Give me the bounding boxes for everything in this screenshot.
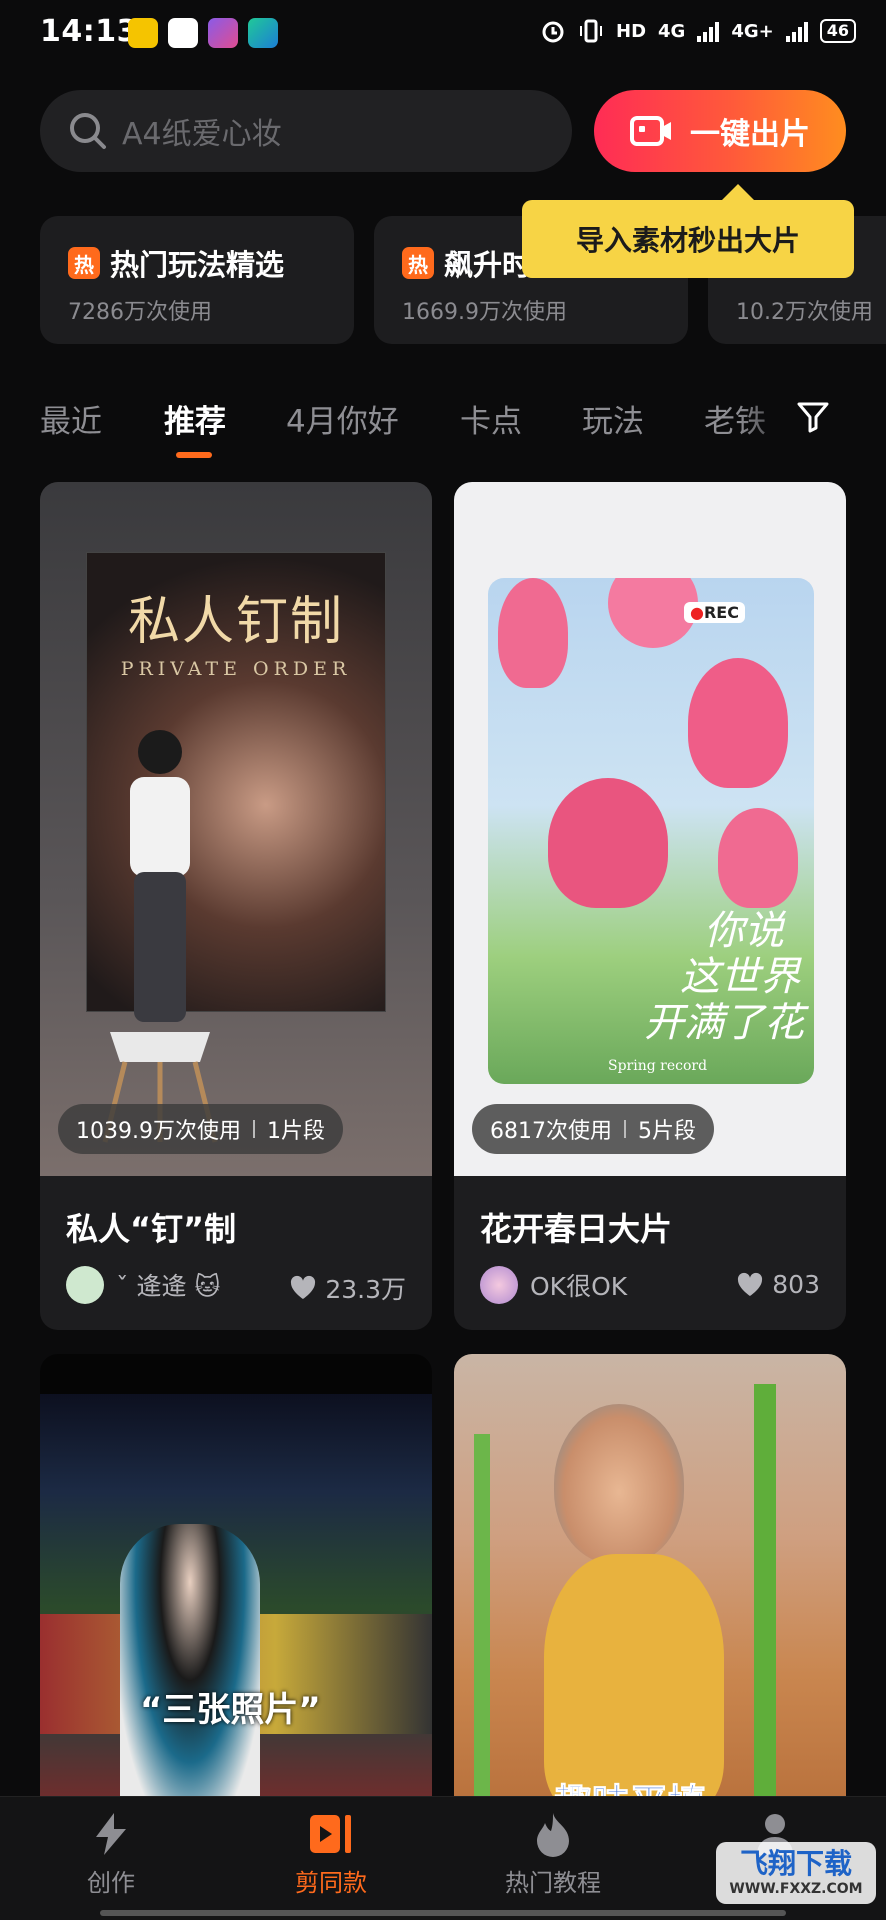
template-thumbnail: ●REC 你说 这世界 开满了花 Spring record 6817次使用 5片… <box>454 482 846 1176</box>
author-name: OK很OK <box>530 1272 628 1301</box>
hot-card[interactable]: 热热门玩法精选 7286万次使用 <box>40 216 354 344</box>
tulip-photo: ●REC 你说 这世界 开满了花 Spring record <box>488 578 814 1084</box>
clip-icon <box>310 1815 351 1853</box>
separator <box>624 1120 626 1138</box>
search-placeholder: A4纸爱心妆 <box>122 117 282 152</box>
template-title: 私人“钉”制 <box>66 1210 237 1248</box>
girl-figure <box>120 1524 260 1814</box>
nav-template-label: 剪同款 <box>295 1869 367 1897</box>
hot-badge-icon: 热 <box>68 247 100 279</box>
template-title: 花开春日大片 <box>480 1210 673 1248</box>
watermark-title: 飞翔下载 <box>739 1847 852 1880</box>
photo-caption: Spring record <box>608 1058 708 1074</box>
alarm-icon <box>542 21 564 43</box>
person-on-chair-figure <box>102 730 218 1143</box>
hot-badge-icon: 热 <box>402 247 434 279</box>
one-click-button[interactable]: 一键出片 <box>594 90 846 172</box>
filter-icon[interactable] <box>796 400 830 434</box>
usage-badge: 6817次使用 5片段 <box>472 1104 714 1154</box>
search-icon <box>70 113 106 149</box>
usage-count: 1039.9万次使用 <box>76 1119 241 1144</box>
nav-tutorials[interactable]: 热门教程 <box>478 1811 628 1898</box>
heart-icon <box>291 1275 316 1299</box>
hot-card-usage: 1669.9万次使用 <box>402 300 567 325</box>
hd-label: HD <box>616 20 647 42</box>
template-card[interactable]: 私人钉制 PRIVATE ORDER 1039.9万次使用 1片段 私人“钉”制 … <box>40 482 432 1330</box>
notification-icons <box>128 18 278 48</box>
author-name: ˇ 逄逄 🐱 <box>116 1272 221 1301</box>
tab-april[interactable]: 4月你好 <box>286 396 399 441</box>
segment-count: 5片段 <box>638 1119 696 1144</box>
hot-card-usage: 7286万次使用 <box>68 300 212 325</box>
rec-dot-icon: ● <box>690 603 704 622</box>
one-click-label: 一键出片 <box>690 117 810 152</box>
likes[interactable]: 803 <box>736 1270 820 1299</box>
man-face-figure <box>554 1404 684 1564</box>
rec-badge: REC <box>703 603 739 622</box>
signal-icon <box>697 20 720 42</box>
template-thumbnail: “三张照片” <box>40 1354 432 1814</box>
site-watermark: 飞翔下载 WWW.FXXZ.COM <box>716 1842 876 1904</box>
nav-create[interactable]: 创作 <box>36 1811 186 1898</box>
network-4gplus-label: 4G+ <box>731 20 774 42</box>
tab-beat[interactable]: 卡点 <box>460 396 522 441</box>
vibrate-icon <box>580 19 603 43</box>
nav-tutorials-label: 热门教程 <box>505 1869 601 1897</box>
like-count: 803 <box>772 1270 820 1299</box>
status-time: 14:13 <box>40 14 138 49</box>
signal-icon-2 <box>785 20 808 42</box>
hot-card-title: 热门玩法精选 <box>110 248 285 282</box>
tab-recent[interactable]: 最近 <box>40 396 102 441</box>
heart-icon <box>738 1272 763 1296</box>
home-indicator <box>100 1910 786 1916</box>
tab-recommended[interactable]: 推荐 <box>164 396 226 441</box>
like-count: 23.3万 <box>325 1275 406 1304</box>
usage-badge: 1039.9万次使用 1片段 <box>58 1104 343 1154</box>
likes[interactable]: 23.3万 <box>289 1270 406 1306</box>
video-app-icon <box>248 18 278 48</box>
usage-count: 6817次使用 <box>490 1119 612 1144</box>
template-card[interactable]: 趣味平填 <box>454 1354 846 1814</box>
avatar <box>480 1266 518 1304</box>
hot-card-title: 飙升时 <box>444 248 532 282</box>
author[interactable]: OK很OK <box>480 1266 627 1304</box>
author[interactable]: ˇ 逄逄 🐱 <box>66 1266 220 1304</box>
battery-indicator: 46 <box>819 19 856 43</box>
lightning-icon <box>96 1813 126 1855</box>
mail-icon <box>168 18 198 48</box>
template-thumbnail: 趣味平填 <box>454 1354 846 1814</box>
hot-card-usage: 10.2万次使用 <box>736 300 873 325</box>
segment-count: 1片段 <box>266 1119 325 1144</box>
thumb-caption: “三张照片” <box>140 1690 321 1730</box>
template-card[interactable]: “三张照片” <box>40 1354 432 1814</box>
poster-title: 私人钉制 <box>127 592 344 652</box>
nav-create-label: 创作 <box>87 1869 135 1897</box>
status-bar: 14:13 HD 4G 4G+ 46 <box>0 0 886 70</box>
video-camera-icon <box>630 116 671 146</box>
separator <box>252 1120 255 1138</box>
search-bar[interactable]: A4纸爱心妆 <box>40 90 572 172</box>
template-thumbnail: 私人钉制 PRIVATE ORDER 1039.9万次使用 1片段 <box>40 482 432 1176</box>
game-app-icon <box>208 18 238 48</box>
template-card[interactable]: ●REC 你说 这世界 开满了花 Spring record 6817次使用 5片… <box>454 482 846 1330</box>
tooltip-text: 导入素材秒出大片 <box>575 224 800 257</box>
tooltip: 导入素材秒出大片 <box>522 184 854 278</box>
tab-gameplay[interactable]: 玩法 <box>582 396 644 441</box>
watermark-url: WWW.FXXZ.COM <box>729 1881 863 1897</box>
poster-subtitle: PRIVATE ORDER <box>120 658 352 680</box>
flame-icon <box>537 1813 569 1857</box>
nav-template[interactable]: 剪同款 <box>256 1811 406 1898</box>
tencent-video-icon <box>128 18 158 48</box>
active-tab-indicator <box>176 452 212 458</box>
network-4g-label: 4G <box>658 20 686 42</box>
avatar <box>66 1266 104 1304</box>
poem-line: 开满了花 <box>644 1000 804 1046</box>
system-icons: HD 4G 4G+ 46 <box>540 18 856 44</box>
